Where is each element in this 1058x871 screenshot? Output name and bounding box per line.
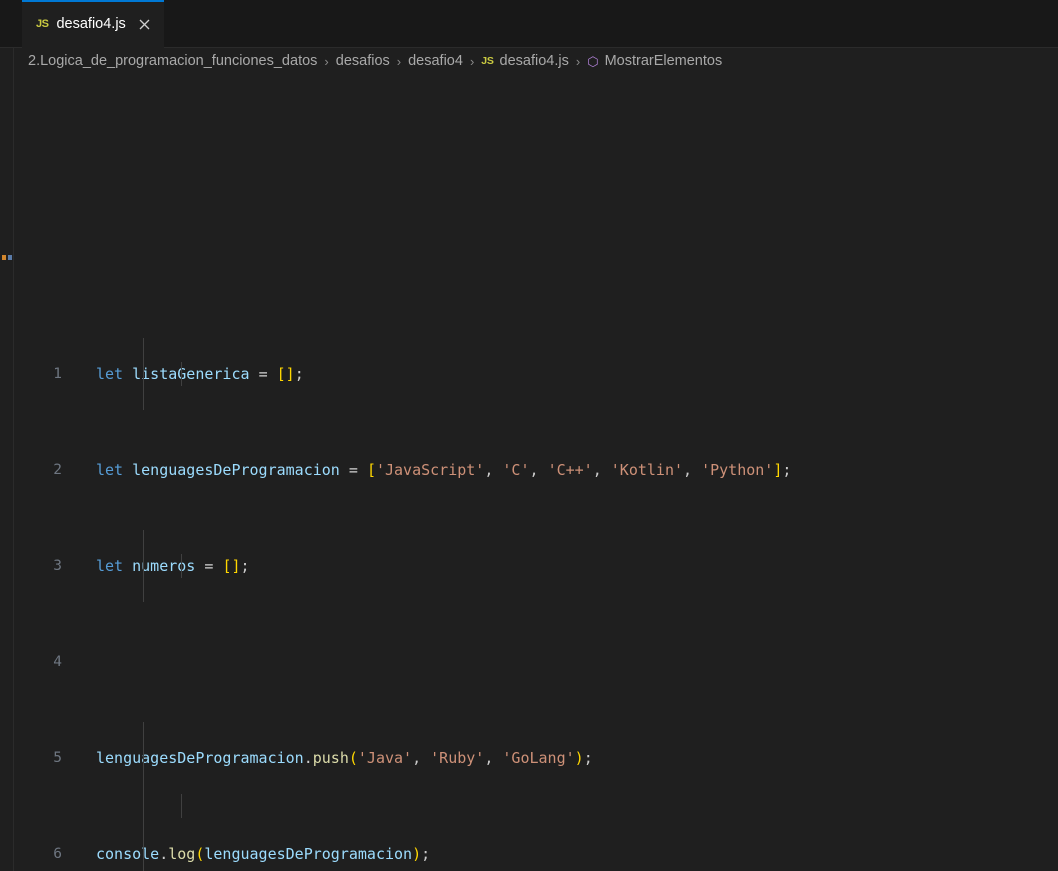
breadcrumb-label: desafio4.js <box>499 53 569 69</box>
line-content[interactable]: lenguagesDeProgramacion.push('Java', 'Ru… <box>62 746 1058 770</box>
breadcrumb-item-desafios[interactable]: desafios <box>336 53 390 69</box>
breadcrumb-separator: › <box>469 53 475 69</box>
code-line-row[interactable]: 1 let listaGenerica = []; <box>14 362 1058 386</box>
code-lines[interactable]: 1 let listaGenerica = []; 2 let lenguage… <box>14 74 1058 871</box>
active-tab-indicator <box>22 0 164 2</box>
code-line-row[interactable]: 4 <box>14 650 1058 674</box>
breadcrumb: 2.Logica_de_programacion_funciones_datos… <box>0 48 1058 74</box>
breadcrumb-separator: › <box>575 53 581 69</box>
line-content[interactable]: let listaGenerica = []; <box>62 362 1058 386</box>
line-number: 3 <box>53 558 62 574</box>
breadcrumb-label: desafio4 <box>408 53 463 69</box>
line-number: 1 <box>53 366 62 382</box>
breadcrumb-item-folder-root[interactable]: 2.Logica_de_programacion_funciones_datos <box>28 53 317 69</box>
edge-divider <box>13 48 14 871</box>
breadcrumb-item-symbol[interactable]: ⬡ MostrarElementos <box>587 53 722 69</box>
code-line-row[interactable]: 6 console.log(lenguagesDeProgramacion); <box>14 842 1058 866</box>
code-line-row[interactable]: 5 lenguagesDeProgramacion.push('Java', '… <box>14 746 1058 770</box>
breadcrumb-item-file[interactable]: JS desafio4.js <box>481 53 569 69</box>
breadcrumb-label: desafios <box>335 53 390 69</box>
editor-tab-bar: JS desafio4.js <box>0 0 1058 48</box>
overview-ruler-marker-info <box>8 255 12 260</box>
line-content[interactable]: let numeros = []; <box>62 554 1058 578</box>
tab-label: desafio4.js <box>56 16 126 32</box>
close-icon[interactable] <box>136 15 154 33</box>
breadcrumb-label: 2.Logica_de_programacion_funciones_datos <box>28 53 318 69</box>
line-content[interactable]: console.log(lenguagesDeProgramacion); <box>62 842 1058 866</box>
editor-tab-desafio4-js[interactable]: JS desafio4.js <box>22 0 164 48</box>
vscode-window: JS desafio4.js 2.Logica_de_programacion_… <box>0 0 1058 871</box>
line-number: 6 <box>53 846 62 862</box>
js-file-icon: JS <box>36 18 49 30</box>
indent-guide <box>181 794 182 818</box>
code-line-row[interactable]: 2 let lenguagesDeProgramacion = ['JavaSc… <box>14 458 1058 482</box>
line-number: 2 <box>53 462 62 478</box>
symbol-method-icon: ⬡ <box>587 53 599 69</box>
breadcrumb-separator: › <box>396 53 402 69</box>
breadcrumb-label: MostrarElementos <box>604 53 723 69</box>
code-line-row[interactable]: 3 let numeros = []; <box>14 554 1058 578</box>
breadcrumb-item-desafio4[interactable]: desafio4 <box>408 53 463 69</box>
breadcrumb-separator: › <box>324 53 329 69</box>
js-file-icon: JS <box>481 55 494 67</box>
line-number: 5 <box>53 750 62 766</box>
editor-left-edge-strip <box>0 48 14 871</box>
code-editor[interactable]: 1 let listaGenerica = []; 2 let lenguage… <box>0 74 1058 871</box>
line-number: 4 <box>53 654 62 670</box>
overview-ruler-marker-warning <box>2 255 6 260</box>
line-content[interactable]: let lenguagesDeProgramacion = ['JavaScri… <box>62 458 1058 482</box>
